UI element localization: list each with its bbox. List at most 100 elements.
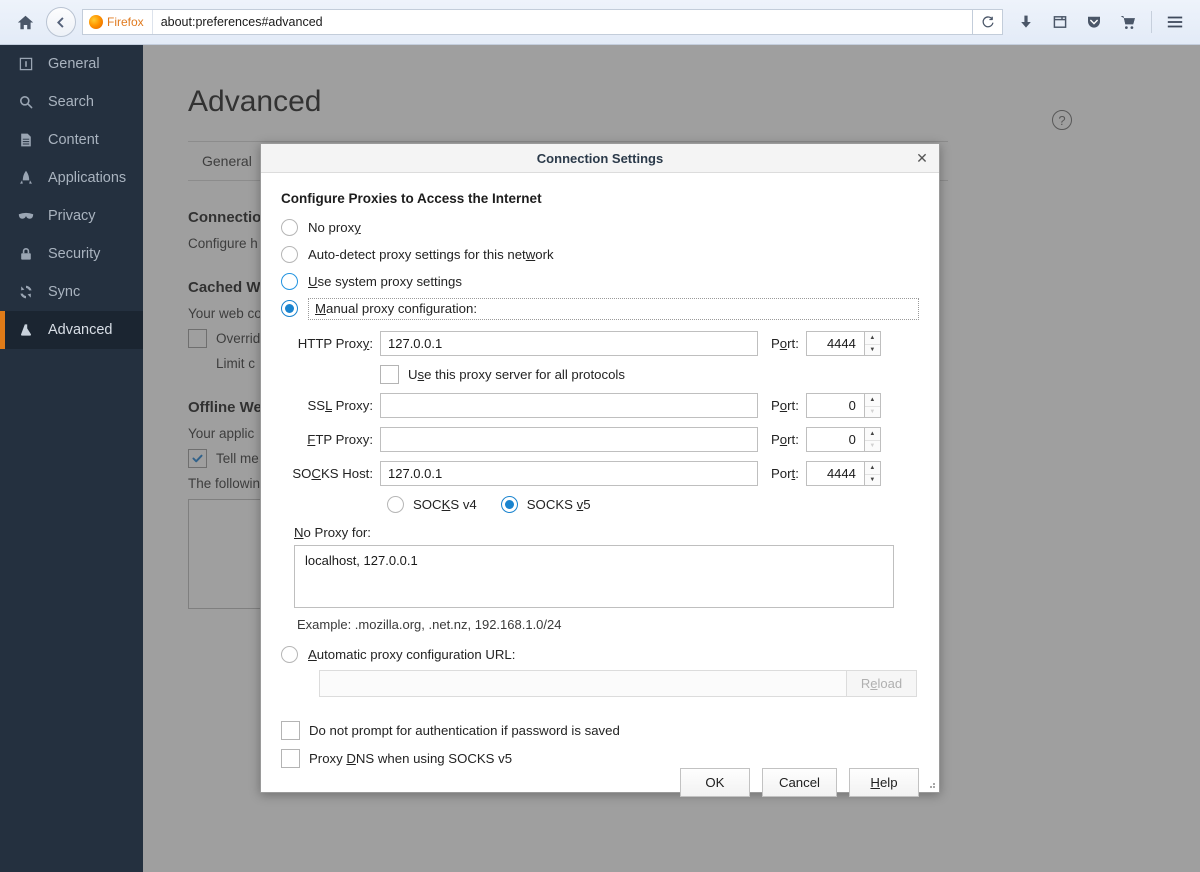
- proxy-mode-system[interactable]: Use system proxy settings: [281, 268, 919, 295]
- toolbar-divider: [1151, 11, 1152, 33]
- http-port-spin-buttons[interactable]: ▲ ▼: [864, 331, 881, 356]
- radio-auto-detect[interactable]: [281, 246, 298, 263]
- socks-v4-option[interactable]: SOCKS v4: [387, 496, 477, 513]
- sidebar-item-label: Sync: [48, 284, 80, 300]
- spin-down-icon[interactable]: ▼: [865, 474, 880, 486]
- sidebar-item-label: Search: [48, 94, 94, 110]
- close-icon[interactable]: ✕: [913, 149, 931, 167]
- socks-v4-label: SOCKS v4: [413, 497, 477, 512]
- no-auth-prompt-checkbox[interactable]: [281, 721, 300, 740]
- dialog-titlebar: Connection Settings ✕: [261, 144, 939, 173]
- socks-port-spin-buttons[interactable]: ▲ ▼: [864, 461, 881, 486]
- ftp-port-spin-buttons[interactable]: ▲ ▼: [864, 427, 881, 452]
- radio-socks-v5[interactable]: [501, 496, 518, 513]
- no-auth-prompt-row[interactable]: Do not prompt for authentication if pass…: [281, 721, 919, 740]
- ftp-proxy-row: FTP Proxy: Port: 0 ▲ ▼: [281, 427, 919, 452]
- sidebar-item-label: Privacy: [48, 208, 96, 224]
- pac-url-label: Automatic proxy configuration URL:: [308, 647, 515, 662]
- ssl-proxy-input[interactable]: [380, 393, 758, 418]
- spin-up-icon[interactable]: ▲: [865, 394, 880, 406]
- ok-button[interactable]: OK: [680, 768, 750, 797]
- sidebar-item-advanced[interactable]: Advanced: [0, 311, 143, 349]
- cart-icon[interactable]: [1113, 7, 1143, 37]
- ssl-port-label: Port:: [771, 398, 799, 413]
- all-protocols-row[interactable]: Use this proxy server for all protocols: [380, 365, 919, 384]
- cancel-button[interactable]: Cancel: [762, 768, 837, 797]
- http-port-value[interactable]: 4444: [806, 331, 864, 356]
- identity-box[interactable]: Firefox: [83, 10, 153, 34]
- sidebar-item-label: Advanced: [48, 322, 113, 338]
- spin-down-icon: ▼: [865, 440, 880, 452]
- spin-up-icon[interactable]: ▲: [865, 332, 880, 344]
- download-icon[interactable]: [1011, 7, 1041, 37]
- sidebar-item-applications[interactable]: Applications: [0, 159, 143, 197]
- library-icon[interactable]: [1045, 7, 1075, 37]
- sidebar-item-privacy[interactable]: Privacy: [0, 197, 143, 235]
- http-proxy-input[interactable]: 127.0.0.1: [380, 331, 758, 356]
- sidebar-item-label: Applications: [48, 170, 126, 186]
- pac-reload-button[interactable]: Reload: [847, 670, 917, 697]
- proxy-mode-no-proxy[interactable]: No proxy: [281, 214, 919, 241]
- socks-port-value[interactable]: 4444: [806, 461, 864, 486]
- url-bar[interactable]: Firefox about:preferences#advanced: [82, 9, 973, 35]
- ssl-port-stepper[interactable]: 0 ▲ ▼: [806, 393, 881, 418]
- help-button[interactable]: Help: [849, 768, 919, 797]
- ftp-port-stepper[interactable]: 0 ▲ ▼: [806, 427, 881, 452]
- search-icon: [16, 92, 36, 112]
- no-proxy-example: Example: .mozilla.org, .net.nz, 192.168.…: [297, 617, 919, 632]
- socks-v5-option[interactable]: SOCKS v5: [501, 496, 591, 513]
- all-protocols-label: Use this proxy server for all protocols: [408, 367, 625, 382]
- sidebar-item-search[interactable]: Search: [0, 83, 143, 121]
- all-protocols-checkbox[interactable]: [380, 365, 399, 384]
- sidebar-item-label: Content: [48, 132, 99, 148]
- sidebar-item-label: General: [48, 56, 100, 72]
- proxy-dns-checkbox[interactable]: [281, 749, 300, 768]
- ssl-port-value[interactable]: 0: [806, 393, 864, 418]
- dialog-body: Configure Proxies to Access the Internet…: [261, 173, 939, 768]
- pac-url-input[interactable]: [319, 670, 847, 697]
- socks-host-input[interactable]: 127.0.0.1: [380, 461, 758, 486]
- reload-icon[interactable]: [973, 9, 1003, 35]
- socks-v5-label: SOCKS v5: [527, 497, 591, 512]
- proxy-mode-manual[interactable]: Manual proxy configuration:: [281, 295, 919, 322]
- ssl-port-spin-buttons[interactable]: ▲ ▼: [864, 393, 881, 418]
- spin-down-icon[interactable]: ▼: [865, 344, 880, 356]
- dialog-title: Connection Settings: [537, 151, 663, 166]
- ftp-port-value[interactable]: 0: [806, 427, 864, 452]
- dialog-heading: Configure Proxies to Access the Internet: [281, 191, 919, 206]
- no-proxy-textarea[interactable]: localhost, 127.0.0.1: [294, 545, 894, 608]
- sidebar-item-label: Security: [48, 246, 100, 262]
- spin-up-icon[interactable]: ▲: [865, 428, 880, 440]
- ftp-proxy-input[interactable]: [380, 427, 758, 452]
- resize-grip-icon[interactable]: [926, 779, 936, 789]
- sidebar-item-content[interactable]: Content: [0, 121, 143, 159]
- socks-host-row: SOCKS Host: 127.0.0.1 Port: 4444 ▲ ▼: [281, 461, 919, 486]
- sidebar-item-security[interactable]: Security: [0, 235, 143, 273]
- sidebar-item-sync[interactable]: Sync: [0, 273, 143, 311]
- privacy-mask-icon: [16, 206, 36, 226]
- radio-no-proxy[interactable]: [281, 219, 298, 236]
- sidebar-item-general[interactable]: General: [0, 45, 143, 83]
- content-icon: [16, 130, 36, 150]
- identity-label: Firefox: [107, 15, 144, 29]
- firefox-logo-icon: [89, 15, 103, 29]
- radio-no-proxy-label: No proxy: [308, 220, 361, 235]
- proxy-mode-pac[interactable]: Automatic proxy configuration URL:: [281, 646, 919, 663]
- radio-auto-detect-label: Auto-detect proxy settings for this netw…: [308, 247, 554, 262]
- proxy-dns-row[interactable]: Proxy DNS when using SOCKS v5: [281, 749, 919, 768]
- proxy-mode-auto-detect[interactable]: Auto-detect proxy settings for this netw…: [281, 241, 919, 268]
- radio-pac-url[interactable]: [281, 646, 298, 663]
- socks-port-stepper[interactable]: 4444 ▲ ▼: [806, 461, 881, 486]
- http-proxy-row: HTTP Proxy: 127.0.0.1 Port: 4444 ▲ ▼: [281, 331, 919, 356]
- pocket-icon[interactable]: [1079, 7, 1109, 37]
- back-arrow-icon[interactable]: [46, 7, 76, 37]
- home-icon[interactable]: [10, 7, 40, 37]
- radio-manual[interactable]: [281, 300, 298, 317]
- menu-hamburger-icon[interactable]: [1160, 7, 1190, 37]
- radio-use-system[interactable]: [281, 273, 298, 290]
- no-proxy-label: No Proxy for:: [294, 525, 919, 540]
- http-port-stepper[interactable]: 4444 ▲ ▼: [806, 331, 881, 356]
- security-lock-icon: [16, 244, 36, 264]
- radio-socks-v4[interactable]: [387, 496, 404, 513]
- spin-up-icon[interactable]: ▲: [865, 462, 880, 474]
